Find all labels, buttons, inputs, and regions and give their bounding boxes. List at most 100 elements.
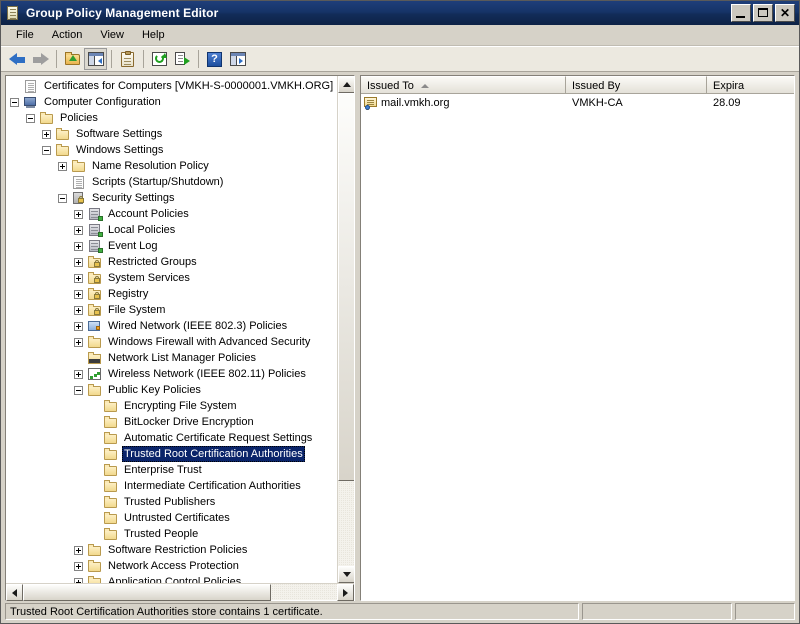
- table-row[interactable]: mail.vmkh.org VMKH-CA 28.09: [361, 94, 794, 111]
- tree-node[interactable]: Application Control Policies: [6, 574, 337, 583]
- tree-node-label: System Services: [108, 272, 190, 284]
- node-spacer: [58, 178, 67, 187]
- chevron-down-icon: [342, 572, 351, 577]
- tree-node[interactable]: Wireless Network (IEEE 802.11) Policies: [6, 366, 337, 382]
- folder-icon: [103, 399, 119, 413]
- node-spacer: [90, 530, 99, 539]
- refresh-button[interactable]: [148, 48, 171, 70]
- list-column-header[interactable]: Issued To: [361, 76, 566, 93]
- folder-icon: [103, 463, 119, 477]
- tree-node[interactable]: Security Settings: [6, 190, 337, 206]
- tree-scroll-right-button[interactable]: [337, 584, 354, 601]
- toolbar-separator: [143, 50, 144, 68]
- folder-icon: [103, 447, 119, 461]
- back-arrow-icon: [9, 52, 26, 66]
- tree-node[interactable]: Local Policies: [6, 222, 337, 238]
- folder-icon: [87, 575, 103, 583]
- menu-file[interactable]: File: [7, 27, 43, 43]
- list-column-header[interactable]: Expira: [707, 76, 794, 93]
- expand-node-icon[interactable]: [74, 577, 83, 583]
- show-hide-console-tree-button[interactable]: [84, 48, 107, 70]
- tree-node[interactable]: Encrypting File System: [6, 398, 337, 414]
- tree-node[interactable]: Registry: [6, 286, 337, 302]
- expand-node-icon[interactable]: [74, 561, 83, 571]
- expand-node-icon[interactable]: [74, 225, 83, 235]
- expand-node-icon[interactable]: [42, 129, 51, 139]
- tree-node[interactable]: Trusted Publishers: [6, 494, 337, 510]
- tree-node[interactable]: BitLocker Drive Encryption: [6, 414, 337, 430]
- maximize-button[interactable]: [753, 4, 773, 22]
- tree-node[interactable]: Network Access Protection: [6, 558, 337, 574]
- window-controls: ✕: [731, 4, 795, 22]
- expand-node-icon[interactable]: [74, 545, 83, 555]
- tree-node-label: Automatic Certificate Request Settings: [124, 432, 313, 444]
- tree-node[interactable]: Windows Firewall with Advanced Security: [6, 334, 337, 350]
- show-hide-action-pane-button[interactable]: [226, 48, 249, 70]
- collapse-node-icon[interactable]: [58, 193, 67, 203]
- tree-node[interactable]: Software Settings: [6, 126, 337, 142]
- tree-node[interactable]: Account Policies: [6, 206, 337, 222]
- tree-node[interactable]: Certificates for Computers [VMKH-S-00000…: [6, 78, 337, 94]
- expand-node-icon[interactable]: [74, 337, 83, 347]
- tree-node[interactable]: Wired Network (IEEE 802.3) Policies: [6, 318, 337, 334]
- expand-node-icon[interactable]: [74, 305, 83, 315]
- tree-node[interactable]: Scripts (Startup/Shutdown): [6, 174, 337, 190]
- tree-node[interactable]: Computer Configuration: [6, 94, 337, 110]
- expand-node-icon[interactable]: [74, 273, 83, 283]
- computer-icon: [23, 95, 39, 109]
- list-column-header[interactable]: Issued By: [566, 76, 707, 93]
- tree-node[interactable]: Trusted People: [6, 526, 337, 542]
- menu-action[interactable]: Action: [43, 27, 92, 43]
- table-cell-text: 28.09: [713, 96, 741, 109]
- collapse-node-icon[interactable]: [26, 113, 35, 123]
- collapse-node-icon[interactable]: [10, 97, 19, 107]
- expand-node-icon[interactable]: [74, 289, 83, 299]
- wireless-network-icon: [87, 367, 103, 381]
- tree-node[interactable]: Intermediate Certification Authorities: [6, 478, 337, 494]
- export-list-button[interactable]: [171, 48, 194, 70]
- tree-node[interactable]: Untrusted Certificates: [6, 510, 337, 526]
- tree-node[interactable]: Restricted Groups: [6, 254, 337, 270]
- tree-node[interactable]: Windows Settings: [6, 142, 337, 158]
- tree-horizontal-scrollbar[interactable]: [6, 583, 354, 601]
- tree-node[interactable]: Public Key Policies: [6, 382, 337, 398]
- expand-node-icon[interactable]: [74, 209, 83, 219]
- back-button[interactable]: [6, 48, 29, 70]
- tree-node[interactable]: File System: [6, 302, 337, 318]
- minimize-button[interactable]: [731, 4, 751, 22]
- tree-vscroll-track[interactable]: [338, 93, 354, 566]
- help-button[interactable]: ?: [203, 48, 226, 70]
- tree-vertical-scrollbar[interactable]: [337, 76, 354, 583]
- properties-button[interactable]: [116, 48, 139, 70]
- tree-node[interactable]: System Services: [6, 270, 337, 286]
- tree-vscroll-thumb[interactable]: [338, 93, 354, 481]
- tree-node[interactable]: Name Resolution Policy: [6, 158, 337, 174]
- up-one-level-button[interactable]: [61, 48, 84, 70]
- tree-node[interactable]: Policies: [6, 110, 337, 126]
- expand-node-icon[interactable]: [74, 369, 83, 379]
- menu-view[interactable]: View: [91, 27, 133, 43]
- expand-node-icon[interactable]: [74, 321, 83, 331]
- tree-node-label: Application Control Policies: [108, 576, 242, 583]
- tree-hscroll-track[interactable]: [23, 584, 337, 601]
- collapse-node-icon[interactable]: [42, 145, 51, 155]
- collapse-node-icon[interactable]: [74, 385, 83, 395]
- tree-scroll-down-button[interactable]: [338, 566, 354, 583]
- tree-node[interactable]: Trusted Root Certification Authorities: [6, 446, 337, 462]
- tree-hscroll-thumb[interactable]: [23, 584, 272, 601]
- tree-node[interactable]: Event Log: [6, 238, 337, 254]
- tree-scroll-left-button[interactable]: [6, 584, 23, 601]
- toolbar: ?: [1, 46, 799, 72]
- tree-scroll-up-button[interactable]: [338, 76, 354, 93]
- tree-node[interactable]: Automatic Certificate Request Settings: [6, 430, 337, 446]
- expand-node-icon[interactable]: [58, 161, 67, 171]
- tree-node[interactable]: Enterprise Trust: [6, 462, 337, 478]
- expand-node-icon[interactable]: [74, 257, 83, 267]
- close-button[interactable]: ✕: [775, 4, 795, 22]
- menu-help[interactable]: Help: [133, 27, 174, 43]
- expand-node-icon[interactable]: [74, 241, 83, 251]
- tree-node[interactable]: Network List Manager Policies: [6, 350, 337, 366]
- tree-node[interactable]: Software Restriction Policies: [6, 542, 337, 558]
- forward-button[interactable]: [29, 48, 52, 70]
- folder-icon: [103, 511, 119, 525]
